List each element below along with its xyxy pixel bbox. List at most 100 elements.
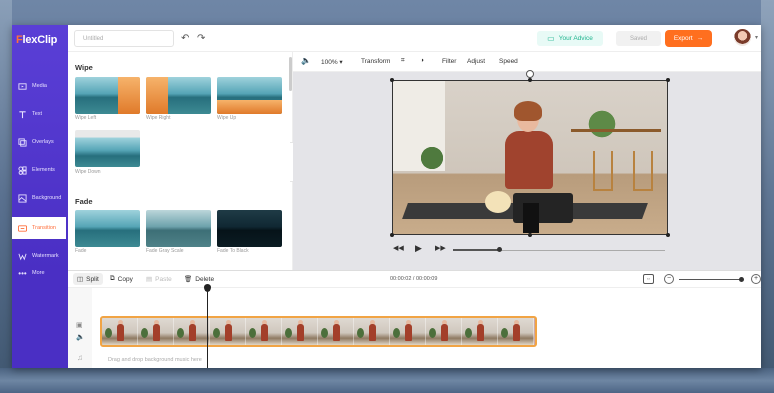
- sidebar-item-text[interactable]: Text: [12, 103, 68, 125]
- sidebar-item-label: Media: [32, 83, 47, 89]
- play-icon[interactable]: ▶: [415, 243, 422, 254]
- transition-label: Wipe Up: [217, 115, 237, 121]
- fast-forward-icon[interactable]: ▶▶: [435, 244, 446, 252]
- sidebar-item-label: More: [32, 270, 45, 276]
- transition-wipe-up[interactable]: [217, 77, 282, 114]
- media-icon: [18, 82, 27, 91]
- overlays-icon: [18, 137, 27, 147]
- preview-toolbar: 🔈 100% ▾ Transform ⌗ ◑ Filter Adjust Spe…: [293, 52, 761, 72]
- fit-timeline-icon[interactable]: ⇔: [643, 274, 654, 284]
- sidebar: FlexClip Media Text Overlays Elements Ba…: [12, 25, 68, 270]
- transition-wipe-down[interactable]: [75, 130, 140, 167]
- paste-icon: ▤: [146, 276, 153, 283]
- sidebar-item-label: Elements: [32, 167, 55, 173]
- background-scenery-right: [761, 0, 774, 393]
- copy-icon: ⧉: [110, 275, 115, 282]
- sidebar-item-overlays[interactable]: Overlays: [12, 131, 68, 153]
- sidebar-item-label: Background: [32, 195, 62, 201]
- delete-button[interactable]: 🗑 Delete: [184, 275, 214, 284]
- panel-scrollbar[interactable]: [289, 57, 292, 91]
- project-title-input[interactable]: Untitled: [74, 30, 174, 47]
- resize-handle[interactable]: [666, 78, 670, 82]
- avatar[interactable]: [734, 29, 751, 46]
- transition-icon: [18, 224, 27, 233]
- contrast-icon[interactable]: ◑: [420, 57, 424, 64]
- sidebar-item-label: Overlays: [32, 139, 54, 145]
- trash-icon: 🗑: [184, 276, 193, 283]
- zoom-slider-knob[interactable]: [739, 277, 744, 282]
- zoom-in-icon[interactable]: +: [751, 274, 761, 284]
- transform-button[interactable]: Transform: [361, 58, 390, 65]
- paste-label: Paste: [155, 275, 172, 283]
- music-drop-hint: Drag and drop background music here: [108, 357, 202, 363]
- volume-icon[interactable]: 🔈: [76, 333, 85, 341]
- transition-wipe-left[interactable]: [75, 77, 140, 114]
- chevron-down-icon[interactable]: ▾: [755, 34, 758, 41]
- background-scenery-bottom: [0, 368, 774, 393]
- transition-label: Fade To Black: [217, 248, 249, 254]
- sidebar-lower: ••• More: [12, 269, 68, 368]
- crop-icon[interactable]: ⌗: [401, 57, 405, 65]
- sidebar-item-more[interactable]: ••• More: [12, 262, 68, 284]
- volume-icon[interactable]: 🔈: [301, 56, 311, 65]
- rewind-icon[interactable]: ◀◀: [393, 244, 404, 252]
- sidebar-item-media[interactable]: Media: [12, 75, 68, 97]
- resize-handle[interactable]: [390, 78, 394, 82]
- split-button[interactable]: ◫ Split: [73, 273, 103, 285]
- sidebar-item-elements[interactable]: Elements: [12, 159, 68, 181]
- section-title-fade: Fade: [75, 197, 93, 206]
- sidebar-item-label: Text: [32, 111, 43, 117]
- timeline-toolbar: ◫ Split ⧉ Copy ▤ Paste 🗑 Delete 00:00:02…: [68, 270, 761, 288]
- text-icon: [18, 110, 27, 119]
- rotate-handle[interactable]: [526, 70, 534, 78]
- background-scenery-left: [0, 0, 12, 393]
- zoom-select[interactable]: 100% ▾: [321, 58, 343, 66]
- sidebar-item-transition[interactable]: Transition: [12, 217, 66, 239]
- transition-label: Fade: [75, 248, 87, 254]
- saved-button[interactable]: Saved: [616, 31, 661, 46]
- zoom-out-icon[interactable]: −: [664, 274, 674, 284]
- resize-handle[interactable]: [528, 78, 532, 82]
- transition-fade[interactable]: [75, 210, 140, 247]
- export-label: Export: [673, 35, 693, 42]
- playback-controls: ◀◀ ▶ ▶▶: [391, 243, 671, 256]
- logo: FlexClip: [16, 34, 58, 46]
- adjust-button[interactable]: Adjust: [467, 58, 485, 65]
- transition-fade-gray-scale[interactable]: [146, 210, 211, 247]
- paste-button[interactable]: ▤ Paste: [146, 275, 172, 284]
- progress-fill: [453, 249, 500, 251]
- section-title-wipe: Wipe: [75, 63, 93, 72]
- timeline-area: ▣ 🔈 ♫ Drag and drop background music her…: [68, 284, 761, 368]
- redo-icon[interactable]: ↷: [197, 33, 205, 44]
- transition-fade-to-black[interactable]: [217, 210, 282, 247]
- copy-button[interactable]: ⧉ Copy: [110, 275, 133, 283]
- watermark-icon: [18, 252, 27, 261]
- track-gutter: ▣ 🔈 ♫: [68, 288, 92, 368]
- resize-handle[interactable]: [390, 233, 394, 237]
- selection-frame[interactable]: [392, 80, 668, 235]
- timecode: 00:00:02 / 00:00:09: [390, 276, 438, 282]
- split-icon: ◫: [77, 276, 84, 283]
- transition-label: Wipe Left: [75, 115, 97, 121]
- speed-button[interactable]: Speed: [499, 58, 518, 65]
- filter-button[interactable]: Filter: [442, 58, 456, 65]
- playhead-handle[interactable]: [204, 284, 211, 292]
- your-advice-button[interactable]: ▭ Your Advice: [537, 31, 603, 46]
- video-clip-track[interactable]: [100, 316, 537, 347]
- progress-knob[interactable]: [497, 247, 503, 252]
- sidebar-item-label: Watermark: [32, 253, 59, 259]
- transition-wipe-right[interactable]: [146, 77, 211, 114]
- export-button[interactable]: Export →: [665, 30, 712, 47]
- playhead[interactable]: [207, 288, 208, 368]
- split-label: Split: [86, 275, 99, 283]
- resize-handle[interactable]: [528, 233, 532, 237]
- header: Untitled ↶ ↷ ▭ Your Advice Saved Export …: [68, 25, 761, 52]
- undo-icon[interactable]: ↶: [181, 33, 189, 44]
- resize-handle[interactable]: [666, 233, 670, 237]
- more-icon: •••: [18, 268, 27, 278]
- sidebar-item-background[interactable]: Background: [12, 187, 68, 209]
- transition-label: Wipe Right: [146, 115, 171, 121]
- advice-label: Your Advice: [558, 35, 593, 42]
- zoom-slider[interactable]: [679, 279, 743, 280]
- image-icon: ▣: [76, 322, 83, 329]
